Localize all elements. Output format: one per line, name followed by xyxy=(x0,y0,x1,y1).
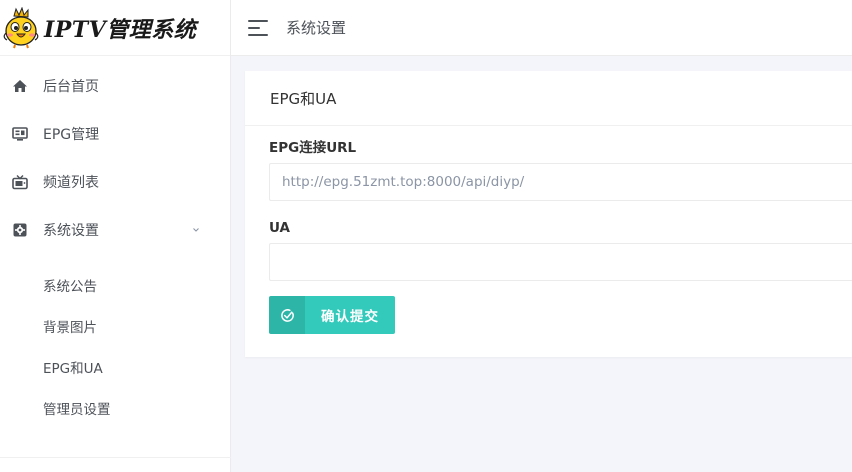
submenu-item-epg-ua[interactable]: EPG和UA xyxy=(0,346,230,387)
sidebar-item-dashboard[interactable]: 后台首页 xyxy=(0,62,230,110)
submenu-item-background[interactable]: 背景图片 xyxy=(0,305,230,346)
settings-submenu: 系统公告 背景图片 EPG和UA 管理员设置 xyxy=(0,254,230,428)
top-header: 系统设置 xyxy=(231,0,852,56)
ua-input[interactable] xyxy=(269,243,852,281)
submenu-item-admin[interactable]: 管理员设置 xyxy=(0,387,230,428)
epg-url-label: EPG连接URL xyxy=(269,140,357,156)
page-title: 系统设置 xyxy=(286,19,347,37)
submenu-item-label: EPG和UA xyxy=(43,360,103,377)
settings-icon xyxy=(11,221,29,239)
sidebar-item-epg[interactable]: EPG管理 xyxy=(0,110,230,158)
hamburger-icon[interactable] xyxy=(248,19,270,36)
divider xyxy=(0,457,231,458)
logo-text: IPTV管理系统 xyxy=(44,16,197,43)
submit-button-label: 确认提交 xyxy=(321,309,379,325)
epg-url-input[interactable] xyxy=(269,163,852,201)
sidebar-menu: 后台首页 EPG管理 频道列表 系统设置 xyxy=(0,56,230,254)
submenu-item-label: 管理员设置 xyxy=(43,401,111,418)
submenu-item-label: 系统公告 xyxy=(43,278,97,295)
check-circle-icon xyxy=(269,296,305,334)
sidebar-item-label: EPG管理 xyxy=(43,127,100,143)
tv-icon xyxy=(11,173,29,191)
sidebar-item-label: 频道列表 xyxy=(43,175,99,191)
sidebar: IPTV管理系统 后台首页 EPG管理 频道列表 系统设置 系统公告 背景图片 … xyxy=(0,0,231,472)
submenu-item-announcement[interactable]: 系统公告 xyxy=(0,264,230,305)
sidebar-item-label: 后台首页 xyxy=(43,79,99,95)
ua-group: UA xyxy=(269,218,852,281)
sidebar-item-label: 系统设置 xyxy=(43,223,99,239)
ua-label: UA xyxy=(269,220,290,236)
submenu-item-label: 背景图片 xyxy=(43,319,97,336)
sidebar-item-settings[interactable]: 系统设置 xyxy=(0,206,230,254)
home-icon xyxy=(11,77,29,95)
monitor-icon xyxy=(11,125,29,143)
card-body: EPG连接URL UA 确认提交 xyxy=(245,126,852,334)
submit-button[interactable]: 确认提交 xyxy=(269,296,395,334)
epg-ua-card: EPG和UA EPG连接URL UA 确认提交 xyxy=(245,71,852,357)
logo[interactable]: IPTV管理系统 xyxy=(0,0,230,56)
chevron-down-icon xyxy=(193,228,199,232)
epg-url-group: EPG连接URL xyxy=(269,138,852,201)
sidebar-item-channels[interactable]: 频道列表 xyxy=(0,158,230,206)
chick-mascot-icon xyxy=(3,6,39,48)
card-title: EPG和UA xyxy=(245,71,852,126)
